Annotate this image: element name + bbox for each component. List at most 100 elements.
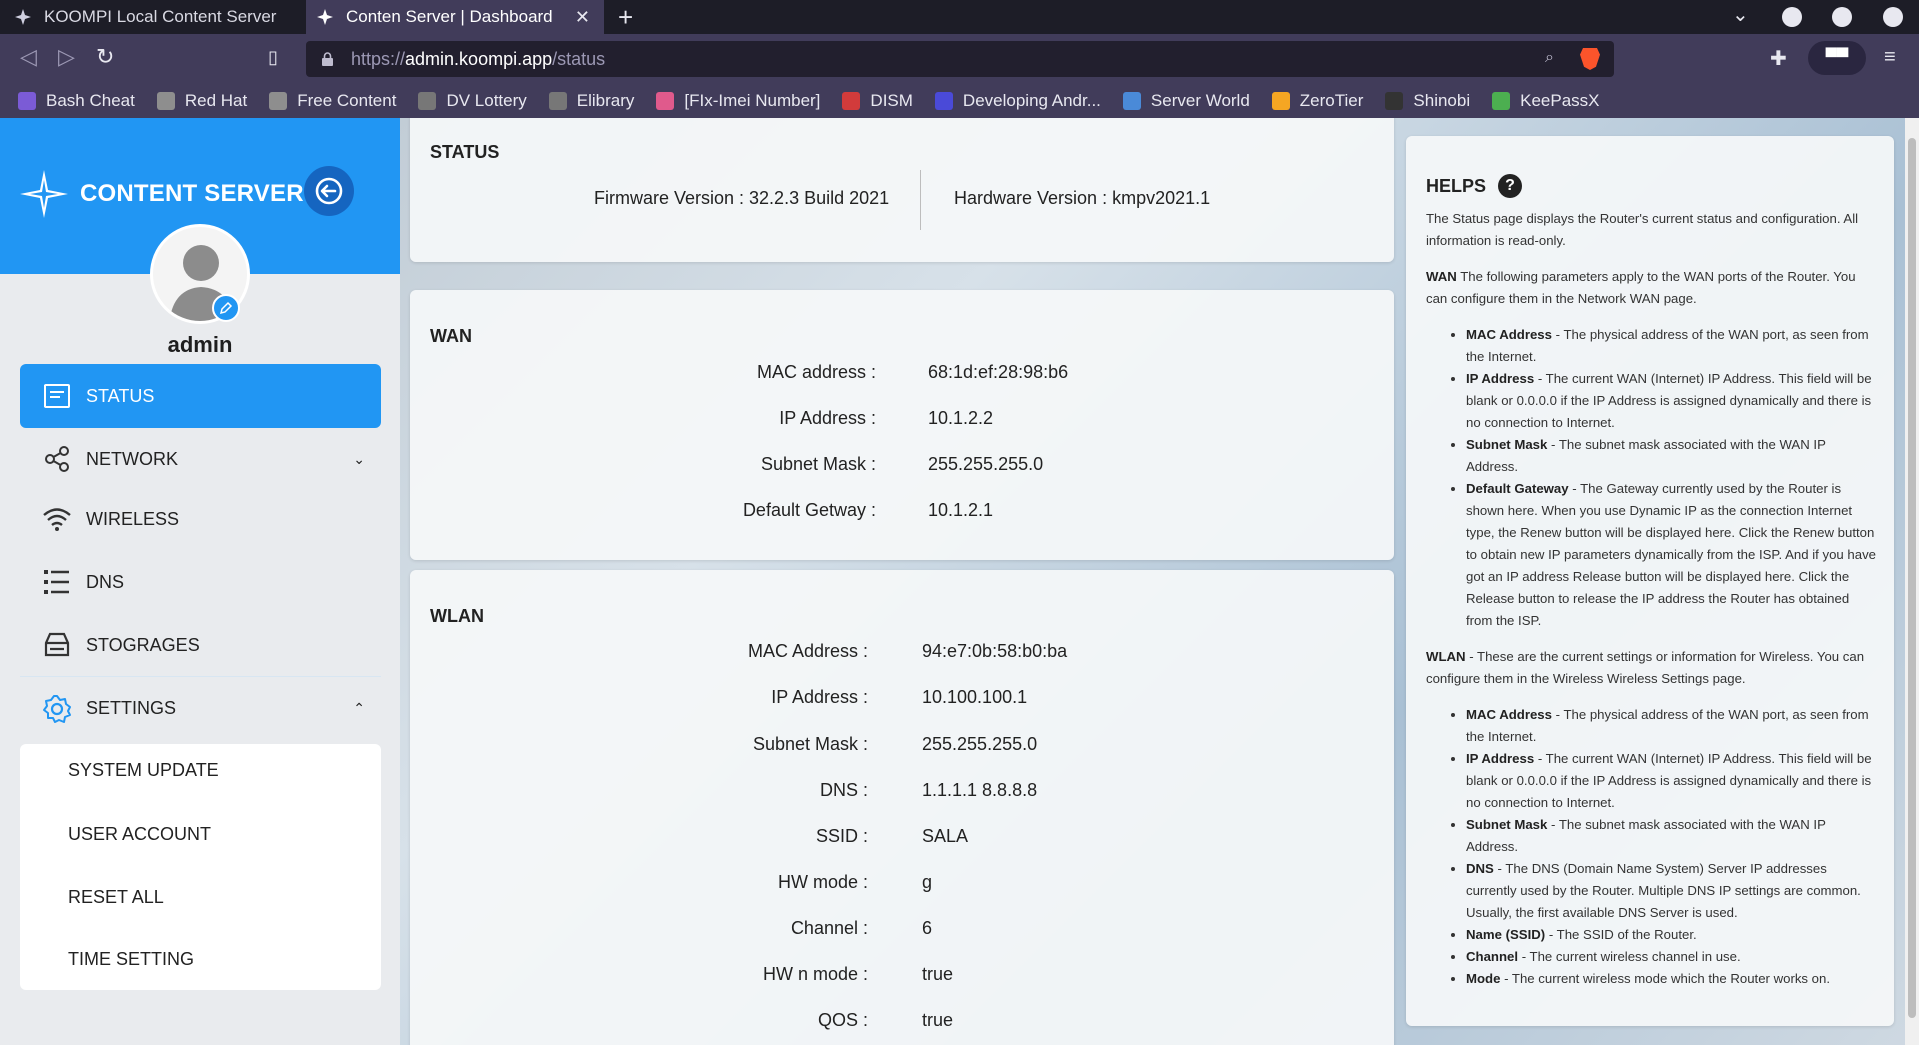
bookmark-item[interactable]: Server World: [1122, 91, 1250, 111]
bookmark-favicon-icon: [842, 92, 861, 110]
help-term: Subnet Mask: [1466, 817, 1548, 832]
app-viewport: CONTENT SERVER admin STATUS NETWORK ⌄ WI…: [0, 118, 1919, 1045]
helps-wan-text: The following parameters apply to the WA…: [1426, 269, 1856, 306]
list-item: IP Address - The current WAN (Internet) …: [1466, 748, 1876, 814]
app-logo-text: CONTENT SERVER: [80, 180, 304, 207]
koompi-favicon-icon: [14, 8, 32, 26]
new-tab-button[interactable]: +: [618, 2, 633, 33]
bookmark-item[interactable]: DISM: [842, 91, 913, 111]
wlan-hw-mode-label: HW mode :: [777, 872, 868, 892]
helps-wan-heading: WAN: [1426, 269, 1457, 284]
wan-mac-label: MAC address :: [756, 362, 876, 382]
page-scrollbar[interactable]: [1905, 118, 1919, 1045]
wan-ip-value: 10.1.2.2: [928, 408, 994, 428]
address-bar[interactable]: https://admin.koompi.app/status ⌕: [306, 41, 1614, 77]
help-term: IP Address: [1466, 371, 1535, 386]
bookmark-favicon-icon: [18, 92, 36, 110]
koompi-favicon-icon: [316, 8, 334, 26]
url-path: /status: [552, 48, 606, 69]
bookmark-label: Server World: [1150, 91, 1250, 110]
close-window-button[interactable]: [1883, 7, 1903, 27]
help-term: Mode: [1466, 971, 1501, 986]
bookmark-label: DISM: [870, 91, 913, 110]
chevron-down-icon[interactable]: ⌄: [353, 451, 365, 468]
back-icon[interactable]: ◁: [20, 44, 37, 70]
submenu-item-user-account[interactable]: USER ACCOUNT: [68, 824, 211, 845]
sidebar-item-storages[interactable]: STOGRAGES: [20, 613, 381, 677]
sidebar-item-dns[interactable]: DNS: [20, 550, 381, 614]
list-item: Channel - The current wireless channel i…: [1466, 946, 1876, 968]
wan-title: WAN: [430, 326, 472, 346]
minimize-window-button[interactable]: [1782, 7, 1802, 27]
wlan-ssid-label: SSID :: [815, 826, 868, 846]
bookmark-item[interactable]: Elibrary: [548, 91, 634, 111]
bookmark-favicon-icon: [156, 92, 175, 110]
sidebar-item-label: NETWORK: [86, 448, 178, 469]
edit-avatar-button[interactable]: [212, 294, 240, 322]
settings-submenu: SYSTEM UPDATE USER ACCOUNT RESET ALL TIM…: [20, 744, 381, 990]
wlan-hw-mode-value: g: [922, 872, 933, 892]
maximize-window-button[interactable]: [1832, 7, 1852, 27]
bookmark-item[interactable]: Red Hat: [156, 91, 247, 111]
bookmark-item[interactable]: DV Lottery: [418, 91, 527, 111]
divider: [920, 170, 921, 230]
browser-tab-bar: KOOMPI Local Content Server Conten Serve…: [0, 0, 1919, 34]
list-item: MAC Address - The physical address of th…: [1466, 324, 1876, 368]
bookmark-label: KeePassX: [1520, 91, 1600, 110]
submenu-item-reset-all[interactable]: RESET ALL: [68, 887, 164, 908]
bookmark-item[interactable]: [FIx-Imei Number]: [656, 91, 820, 111]
list-item: Name (SSID) - The SSID of the Router.: [1466, 924, 1876, 946]
sidebar-item-status[interactable]: STATUS: [20, 364, 381, 428]
help-term: Default Gateway: [1466, 481, 1569, 496]
bookmark-item[interactable]: Shinobi: [1385, 91, 1470, 111]
menu-icon[interactable]: ≡: [1884, 46, 1896, 69]
helps-title: HELPS ?: [1426, 174, 1523, 198]
wlan-qos-value: true: [922, 1010, 954, 1030]
bookmark-item[interactable]: Bash Cheat: [18, 91, 135, 111]
submenu-item-system-update[interactable]: SYSTEM UPDATE: [68, 760, 219, 781]
wlan-hw-n-mode-value: true: [922, 964, 954, 984]
bookmark-favicon-icon: [269, 92, 288, 110]
lock-icon: [322, 52, 333, 66]
question-icon[interactable]: ?: [1498, 174, 1523, 198]
sidebar-item-settings[interactable]: SETTINGS ⌃: [20, 676, 381, 740]
bookmark-icon[interactable]: ▯: [268, 47, 278, 68]
sidebar-item-label: STATUS: [86, 385, 155, 406]
tab-koompi-local-content-server[interactable]: KOOMPI Local Content Server: [14, 0, 314, 34]
profile-button[interactable]: ▀▀: [1808, 41, 1866, 75]
bookmark-favicon-icon: [934, 92, 953, 110]
bookmark-item[interactable]: ZeroTier: [1271, 91, 1363, 111]
sidebar-item-network[interactable]: NETWORK ⌄: [20, 427, 381, 491]
browser-toolbar: ◁ ▷ ↻ ▯ https://admin.koompi.app/status …: [0, 34, 1919, 84]
url-text: https://admin.koompi.app/status: [351, 49, 605, 70]
bookmark-favicon-icon: [656, 92, 675, 110]
bookmark-favicon-icon: [1122, 92, 1141, 110]
brave-shield-icon[interactable]: [1580, 48, 1600, 70]
submenu-item-time-setting[interactable]: TIME SETTING: [68, 949, 194, 970]
status-icon: [42, 381, 72, 411]
tab-list-chevron-icon[interactable]: ⌄: [1732, 2, 1749, 27]
zoom-icon[interactable]: ⌕: [1545, 49, 1554, 67]
helps-wlan-heading: WLAN: [1426, 649, 1466, 664]
bookmark-label: Free Content: [297, 91, 397, 110]
tab-content-server-dashboard[interactable]: Conten Server | Dashboard ✕: [306, 0, 604, 34]
chevron-up-icon[interactable]: ⌃: [353, 700, 365, 717]
extensions-icon[interactable]: ✚: [1770, 46, 1787, 71]
wlan-mac-label: MAC Address :: [747, 641, 868, 661]
bookmark-item[interactable]: Developing Andr...: [934, 91, 1101, 111]
logout-button[interactable]: [304, 166, 354, 216]
bookmark-favicon-icon: [418, 92, 437, 110]
firmware-version: Firmware Version : 32.2.3 Build 2021: [594, 188, 890, 208]
scrollbar-thumb[interactable]: [1908, 138, 1916, 1018]
bookmark-item[interactable]: Free Content: [269, 91, 396, 111]
help-desc: - The Gateway currently used by the Rout…: [1466, 481, 1877, 628]
sidebar-item-wireless[interactable]: WIRELESS: [20, 487, 381, 551]
wlan-ssid-value: SALA: [922, 826, 969, 846]
bookmark-item[interactable]: KeePassX: [1492, 91, 1600, 111]
list-item: Default Gateway - The Gateway currently …: [1466, 478, 1876, 632]
close-tab-icon[interactable]: ✕: [575, 7, 590, 28]
bookmark-favicon-icon: [1385, 92, 1404, 110]
sidebar: CONTENT SERVER admin STATUS NETWORK ⌄ WI…: [0, 118, 400, 1045]
reload-icon[interactable]: ↻: [96, 44, 114, 70]
forward-icon[interactable]: ▷: [58, 44, 75, 70]
